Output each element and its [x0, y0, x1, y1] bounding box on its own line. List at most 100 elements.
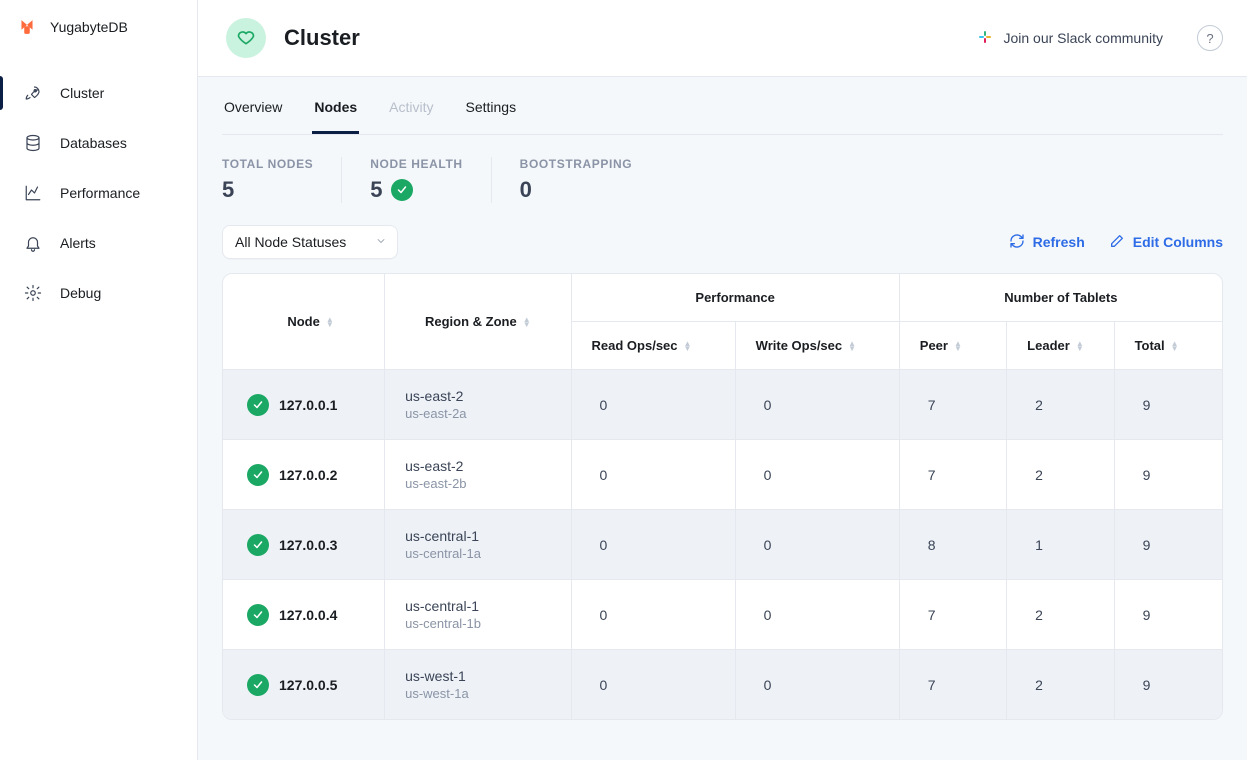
sort-icon: ▲▼	[848, 341, 856, 351]
status-check-icon	[247, 464, 269, 486]
cell-leader: 1	[1007, 510, 1114, 580]
stat-value: 0	[520, 177, 532, 203]
check-icon	[391, 179, 413, 201]
zone: us-central-1b	[405, 616, 550, 631]
sidebar-item-label: Alerts	[60, 235, 96, 251]
main: Cluster Join our Slack community ?	[198, 0, 1247, 760]
col-peer[interactable]: Peer▲▼	[900, 322, 1007, 370]
sidebar-item-label: Debug	[60, 285, 101, 301]
health-chip	[226, 18, 266, 58]
chart-icon	[24, 184, 42, 202]
slack-icon	[977, 29, 993, 48]
node-ip: 127.0.0.4	[279, 607, 337, 623]
sidebar-item-label: Performance	[60, 185, 140, 201]
cell-total: 9	[1115, 510, 1222, 580]
content: Overview Nodes Activity Settings TOTAL N…	[198, 76, 1247, 760]
cell-total: 9	[1115, 580, 1222, 650]
page-header: Cluster Join our Slack community ?	[198, 0, 1247, 76]
tab-settings[interactable]: Settings	[464, 77, 519, 134]
stat-bootstrapping: BOOTSTRAPPING 0	[492, 157, 660, 203]
node-ip: 127.0.0.1	[279, 397, 337, 413]
heart-icon	[236, 27, 256, 50]
sidebar-item-databases[interactable]: Databases	[0, 118, 197, 168]
status-check-icon	[247, 674, 269, 696]
region: us-central-1	[405, 598, 550, 614]
col-total[interactable]: Total▲▼	[1115, 322, 1222, 370]
tab-nodes[interactable]: Nodes	[312, 77, 359, 134]
node-ip: 127.0.0.3	[279, 537, 337, 553]
cell-read-ops: 0	[572, 580, 736, 650]
col-node[interactable]: Node▲▼	[223, 274, 385, 370]
node-ip: 127.0.0.2	[279, 467, 337, 483]
sort-icon: ▲▼	[954, 341, 962, 351]
sidebar-nav: Cluster Databases Performance Alerts	[0, 54, 197, 318]
cell-peer: 7	[900, 580, 1007, 650]
stat-value: 5	[370, 177, 382, 203]
stat-value: 5	[222, 177, 234, 203]
region: us-east-2	[405, 458, 550, 474]
cell-leader: 2	[1007, 370, 1114, 440]
cell-region: us-east-2us-east-2a	[385, 370, 571, 440]
region: us-east-2	[405, 388, 550, 404]
region: us-west-1	[405, 668, 550, 684]
chevron-down-icon	[375, 234, 387, 250]
brand[interactable]: YugabyteDB	[0, 18, 197, 54]
table-row[interactable]: 127.0.0.3us-central-1us-central-1a00819	[223, 510, 1222, 580]
edit-columns-button[interactable]: Edit Columns	[1109, 233, 1223, 252]
cell-leader: 2	[1007, 580, 1114, 650]
sidebar-item-label: Cluster	[60, 85, 104, 101]
col-region-zone[interactable]: Region & Zone▲▼	[385, 274, 571, 370]
col-group-tablets: Number of Tablets	[900, 274, 1222, 322]
sidebar-item-performance[interactable]: Performance	[0, 168, 197, 218]
zone: us-east-2b	[405, 476, 550, 491]
cell-write-ops: 0	[736, 510, 900, 580]
sidebar-item-label: Databases	[60, 135, 127, 151]
col-leader[interactable]: Leader▲▼	[1007, 322, 1114, 370]
cell-region: us-central-1 us-central-1b	[385, 580, 571, 650]
cell-region: us-central-1us-central-1a	[385, 510, 571, 580]
sidebar: YugabyteDB Cluster Databases Performance	[0, 0, 198, 760]
cell-total: 9	[1115, 370, 1222, 440]
cell-total: 9	[1115, 440, 1222, 510]
col-write-ops[interactable]: Write Ops/sec▲▼	[736, 322, 900, 370]
cell-region: us-east-2 us-east-2b	[385, 440, 571, 510]
cell-read-ops: 0	[572, 510, 736, 580]
refresh-label: Refresh	[1033, 234, 1085, 250]
sidebar-item-cluster[interactable]: Cluster	[0, 68, 197, 118]
cell-node: 127.0.0.1	[223, 370, 385, 440]
slack-link[interactable]: Join our Slack community	[977, 29, 1163, 48]
cell-node: 127.0.0.3	[223, 510, 385, 580]
tab-overview[interactable]: Overview	[222, 77, 284, 134]
cell-node: 127.0.0.5	[223, 650, 385, 719]
stat-label: TOTAL NODES	[222, 157, 313, 171]
sidebar-item-alerts[interactable]: Alerts	[0, 218, 197, 268]
refresh-button[interactable]: Refresh	[1009, 233, 1085, 252]
zone: us-west-1a	[405, 686, 550, 701]
logo-icon	[18, 18, 36, 36]
select-value: All Node Statuses	[235, 234, 346, 250]
stat-label: NODE HEALTH	[370, 157, 462, 171]
status-filter-select[interactable]: All Node Statuses	[222, 225, 398, 259]
node-ip: 127.0.0.5	[279, 677, 337, 693]
region: us-central-1	[405, 528, 550, 544]
cell-write-ops: 0	[736, 650, 900, 719]
cell-write-ops: 0	[736, 370, 900, 440]
status-check-icon	[247, 534, 269, 556]
rocket-icon	[24, 84, 42, 102]
slack-label: Join our Slack community	[1003, 30, 1163, 46]
refresh-icon	[1009, 233, 1025, 252]
table-row[interactable]: 127.0.0.1us-east-2us-east-2a00729	[223, 370, 1222, 440]
database-icon	[24, 134, 42, 152]
tab-activity: Activity	[387, 77, 435, 134]
col-group-performance: Performance	[572, 274, 900, 322]
brand-name: YugabyteDB	[50, 19, 128, 35]
sidebar-item-debug[interactable]: Debug	[0, 268, 197, 318]
col-read-ops[interactable]: Read Ops/sec▲▼	[572, 322, 736, 370]
cell-total: 9	[1115, 650, 1222, 719]
table-row[interactable]: 127.0.0.2us-east-2us-east-2b00729	[223, 440, 1222, 510]
gear-icon	[24, 284, 42, 302]
table-row[interactable]: 127.0.0.5us-west-1us-west-1a00729	[223, 650, 1222, 719]
table-row[interactable]: 127.0.0.4us-central-1us-central-1b00729	[223, 580, 1222, 650]
pencil-icon	[1109, 233, 1125, 252]
help-button[interactable]: ?	[1197, 25, 1223, 51]
